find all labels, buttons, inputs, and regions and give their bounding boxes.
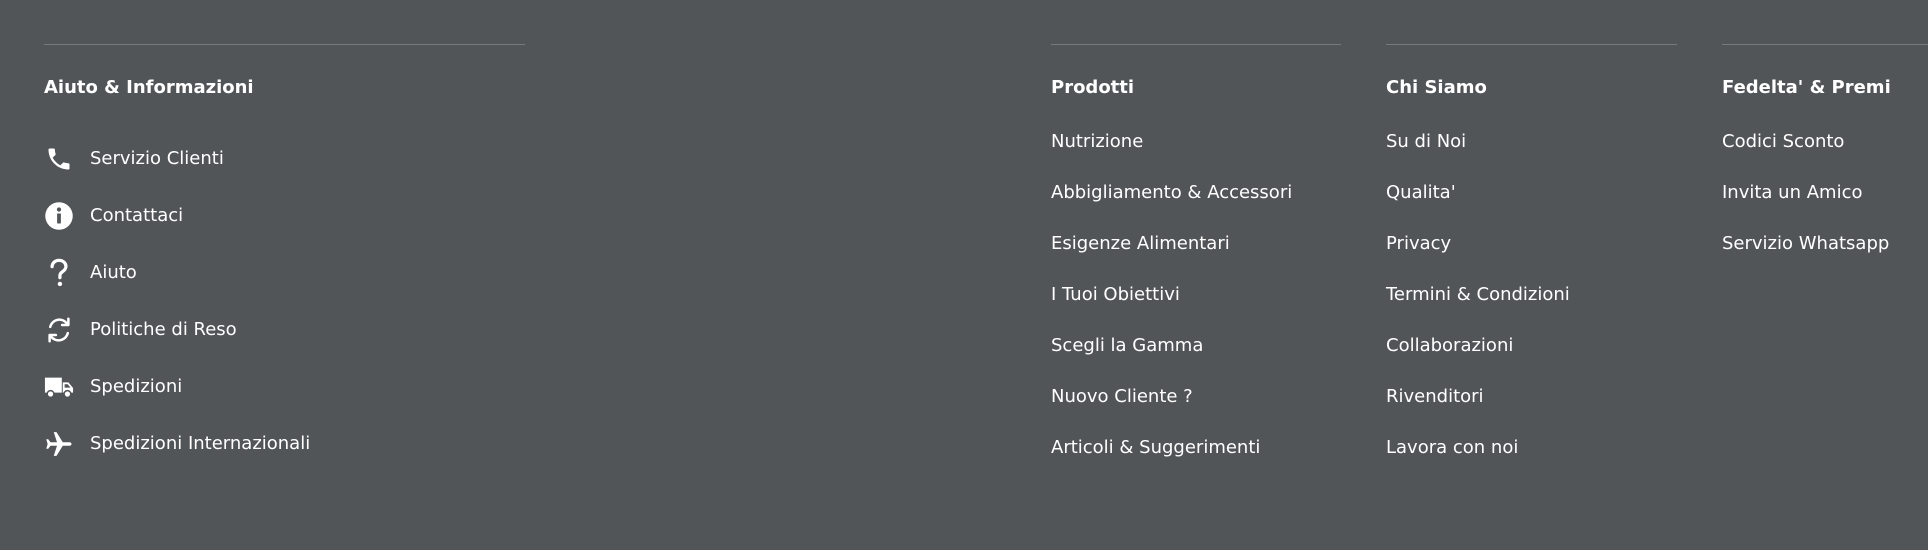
site-footer: Aiuto & Informazioni Servizio Clienti Co… — [0, 0, 1928, 550]
section-divider — [1722, 44, 1928, 45]
footer-link-goals[interactable]: I Tuoi Obiettivi — [1051, 284, 1341, 335]
help-link-international-shipping[interactable]: Spedizioni Internazionali — [44, 415, 525, 472]
help-link-label: Politiche di Reso — [90, 319, 237, 340]
footer-link-collaborations[interactable]: Collaborazioni — [1386, 335, 1677, 386]
footer-link-label[interactable]: Lavora con noi — [1386, 437, 1518, 458]
refresh-icon — [44, 315, 74, 345]
footer-link-label[interactable]: Invita un Amico — [1722, 182, 1862, 203]
help-link-contact[interactable]: Contattaci — [44, 187, 525, 244]
phone-icon — [44, 144, 74, 174]
footer-link-label[interactable]: Servizio Whatsapp — [1722, 233, 1889, 254]
footer-link-nutrition[interactable]: Nutrizione — [1051, 131, 1341, 182]
loyalty-links-list: Codici Sconto Invita un Amico Servizio W… — [1722, 131, 1928, 284]
help-link-returns[interactable]: Politiche di Reso — [44, 301, 525, 358]
about-section-title: Chi Siamo — [1386, 77, 1487, 98]
footer-link-label[interactable]: Privacy — [1386, 233, 1451, 254]
help-links-list: Servizio Clienti Contattaci Aiuto Politi… — [44, 130, 525, 472]
footer-link-label[interactable]: Termini & Condizioni — [1386, 284, 1570, 305]
footer-help-section: Aiuto & Informazioni Servizio Clienti Co… — [44, 44, 525, 472]
footer-link-label[interactable]: I Tuoi Obiettivi — [1051, 284, 1180, 305]
footer-link-about-us[interactable]: Su di Noi — [1386, 131, 1677, 182]
footer-link-label[interactable]: Articoli & Suggerimenti — [1051, 437, 1260, 458]
footer-link-apparel[interactable]: Abbigliamento & Accessori — [1051, 182, 1341, 233]
footer-link-choose-range[interactable]: Scegli la Gamma — [1051, 335, 1341, 386]
products-links-list: Nutrizione Abbigliamento & Accessori Esi… — [1051, 131, 1341, 488]
footer-link-label[interactable]: Scegli la Gamma — [1051, 335, 1203, 356]
footer-link-label[interactable]: Qualita' — [1386, 182, 1456, 203]
help-link-label: Spedizioni Internazionali — [90, 433, 311, 454]
footer-link-label[interactable]: Esigenze Alimentari — [1051, 233, 1230, 254]
section-divider — [44, 44, 525, 45]
footer-link-new-customer[interactable]: Nuovo Cliente ? — [1051, 386, 1341, 437]
footer-products-section: Prodotti Nutrizione Abbigliamento & Acce… — [1051, 44, 1341, 488]
help-link-label: Servizio Clienti — [90, 148, 224, 169]
help-link-shipping[interactable]: Spedizioni — [44, 358, 525, 415]
airplane-icon — [44, 429, 74, 459]
help-link-label: Aiuto — [90, 262, 137, 283]
footer-link-articles[interactable]: Articoli & Suggerimenti — [1051, 437, 1341, 488]
footer-link-whatsapp-service[interactable]: Servizio Whatsapp — [1722, 233, 1928, 284]
footer-link-label[interactable]: Collaborazioni — [1386, 335, 1513, 356]
section-divider — [1386, 44, 1677, 45]
footer-link-label[interactable]: Abbigliamento & Accessori — [1051, 182, 1292, 203]
about-links-list: Su di Noi Qualita' Privacy Termini & Con… — [1386, 131, 1677, 488]
footer-link-label[interactable]: Rivenditori — [1386, 386, 1484, 407]
footer-link-privacy[interactable]: Privacy — [1386, 233, 1677, 284]
footer-link-resellers[interactable]: Rivenditori — [1386, 386, 1677, 437]
footer-link-label[interactable]: Su di Noi — [1386, 131, 1466, 152]
footer-link-careers[interactable]: Lavora con noi — [1386, 437, 1677, 488]
footer-link-terms[interactable]: Termini & Condizioni — [1386, 284, 1677, 335]
help-section-title: Aiuto & Informazioni — [44, 77, 254, 98]
footer-link-dietary-needs[interactable]: Esigenze Alimentari — [1051, 233, 1341, 284]
info-icon — [44, 201, 74, 231]
footer-link-label[interactable]: Nutrizione — [1051, 131, 1143, 152]
truck-icon — [44, 372, 74, 402]
products-section-title: Prodotti — [1051, 77, 1135, 98]
question-icon — [44, 258, 74, 288]
footer-link-invite-friend[interactable]: Invita un Amico — [1722, 182, 1928, 233]
footer-link-discount-codes[interactable]: Codici Sconto — [1722, 131, 1928, 182]
help-link-label: Contattaci — [90, 205, 184, 226]
help-link-customer-service[interactable]: Servizio Clienti — [44, 130, 525, 187]
footer-link-quality[interactable]: Qualita' — [1386, 182, 1677, 233]
footer-loyalty-section: Fedelta' & Premi Codici Sconto Invita un… — [1722, 44, 1928, 284]
footer-about-section: Chi Siamo Su di Noi Qualita' Privacy Ter… — [1386, 44, 1677, 488]
footer-link-label[interactable]: Codici Sconto — [1722, 131, 1844, 152]
help-link-help[interactable]: Aiuto — [44, 244, 525, 301]
loyalty-section-title: Fedelta' & Premi — [1722, 77, 1891, 98]
section-divider — [1051, 44, 1341, 45]
help-link-label: Spedizioni — [90, 376, 183, 397]
footer-link-label[interactable]: Nuovo Cliente ? — [1051, 386, 1193, 407]
